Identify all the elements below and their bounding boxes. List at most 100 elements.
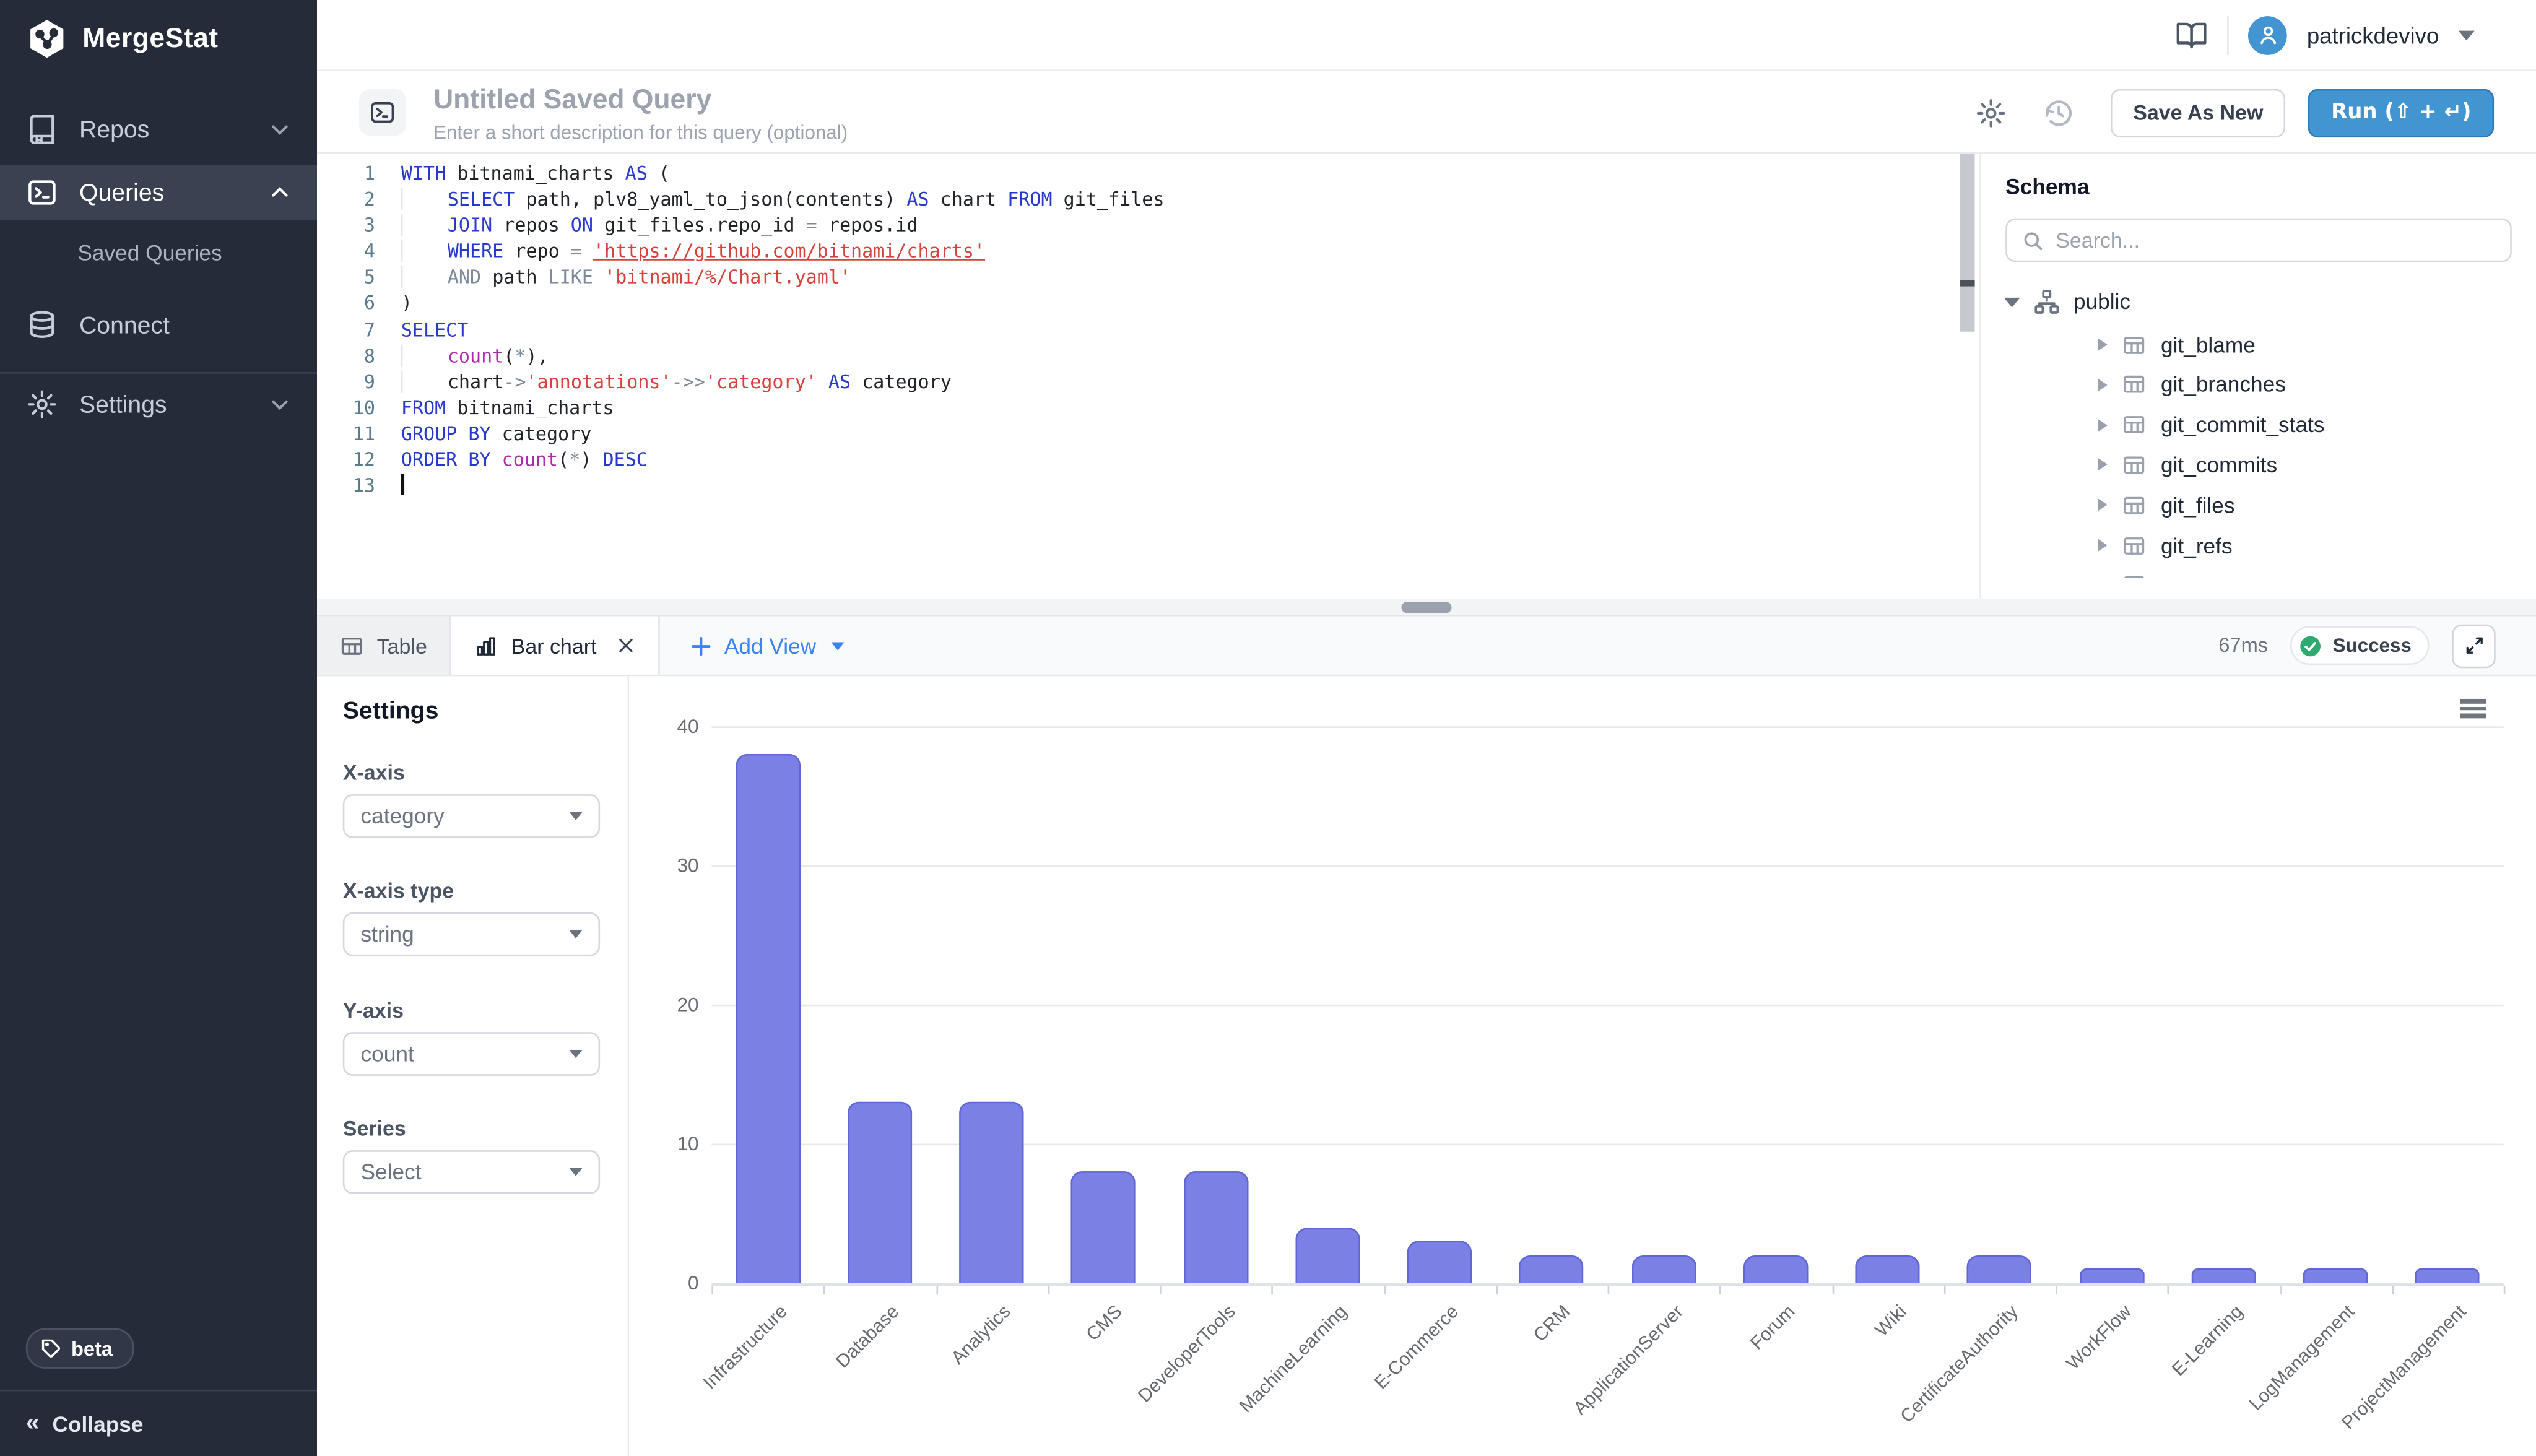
search-icon bbox=[2021, 229, 2044, 252]
close-icon[interactable] bbox=[616, 636, 635, 655]
query-settings-gear-icon[interactable] bbox=[1974, 96, 2007, 128]
run-button[interactable]: Run (⇧ + ↵) bbox=[2308, 88, 2495, 137]
logo-text: MergeStat bbox=[82, 22, 219, 54]
select-y-axis[interactable]: count bbox=[342, 1031, 601, 1076]
schema-table-git_refs[interactable]: git_refs bbox=[2098, 527, 2233, 563]
x-axis-tick bbox=[823, 1286, 825, 1294]
sql-editor[interactable]: 1 WITH bitnami_charts AS (2 SELECT path, … bbox=[317, 154, 1980, 599]
mergestat-logo[interactable]: MergeStat bbox=[26, 18, 219, 60]
bar-ApplicationServer[interactable] bbox=[1631, 1255, 1696, 1283]
editor-line[interactable]: 12 ORDER BY count(*) DESC bbox=[317, 446, 1979, 472]
tab-table[interactable]: Table bbox=[317, 616, 452, 675]
table-icon bbox=[2122, 493, 2146, 517]
schema-table-git_files[interactable]: git_files bbox=[2098, 487, 2235, 522]
bar-LogManagement[interactable] bbox=[2303, 1268, 2368, 1283]
schema-table-partial[interactable] bbox=[2098, 568, 2146, 578]
username[interactable]: patrickdevivo bbox=[2307, 22, 2439, 48]
editor-line[interactable]: 6) bbox=[317, 290, 1979, 316]
query-title-input[interactable]: Untitled Saved Query bbox=[433, 84, 711, 116]
editor-line[interactable]: 8 count(*), bbox=[317, 342, 1979, 368]
sidebar-item-connect[interactable]: Connect bbox=[0, 298, 317, 353]
expand-button[interactable] bbox=[2452, 623, 2496, 667]
sidebar-divider bbox=[0, 372, 317, 374]
select-x-axis[interactable]: category bbox=[342, 794, 601, 838]
bar-Analytics[interactable] bbox=[959, 1102, 1024, 1283]
search-placeholder: Search... bbox=[2056, 228, 2140, 253]
y-axis-tick-label: 30 bbox=[677, 854, 699, 877]
sidebar-item-label: Repos bbox=[79, 115, 150, 144]
bar-Infrastructure[interactable] bbox=[735, 754, 801, 1283]
user-menu-caret-icon[interactable] bbox=[2458, 30, 2475, 40]
schema-search-input[interactable]: Search... bbox=[2005, 218, 2512, 262]
schema-node-label: public bbox=[2073, 289, 2131, 314]
docs-book-icon[interactable] bbox=[2176, 19, 2208, 51]
schema-table-git_commit_stats[interactable]: git_commit_stats bbox=[2098, 407, 2325, 442]
bar-MachineLearning[interactable] bbox=[1295, 1227, 1360, 1283]
schema-table-git_commits[interactable]: git_commits bbox=[2098, 447, 2277, 482]
status-badge: Success bbox=[2290, 626, 2430, 665]
splitter-grip[interactable] bbox=[1401, 602, 1452, 613]
beta-label: beta bbox=[71, 1337, 113, 1360]
bar-chart-icon bbox=[474, 633, 498, 657]
bar-ProjectManagement[interactable] bbox=[2415, 1268, 2480, 1283]
editor-line[interactable]: 7 SELECT bbox=[317, 316, 1979, 342]
schema-table-git_blame[interactable]: git_blame bbox=[2098, 327, 2256, 362]
sidebar-item-repos[interactable]: Repos bbox=[0, 102, 317, 157]
chart-menu-icon[interactable] bbox=[2460, 698, 2486, 722]
editor-line[interactable]: 13 bbox=[317, 472, 1979, 498]
status-label: Success bbox=[2332, 634, 2412, 657]
mergestat-logo-icon bbox=[26, 18, 68, 60]
editor-line[interactable]: 10 FROM bitnami_charts bbox=[317, 394, 1979, 420]
gridline bbox=[711, 726, 2504, 728]
save-as-new-button[interactable]: Save As New bbox=[2110, 88, 2286, 137]
sidebar-item-settings[interactable]: Settings bbox=[0, 377, 317, 432]
editor-line[interactable]: 2 SELECT path, plv8_yaml_to_json(content… bbox=[317, 186, 1979, 212]
add-view-button[interactable]: Add View bbox=[688, 617, 844, 675]
editor-line[interactable]: 9 chart->'annotations'->>'category' AS c… bbox=[317, 368, 1979, 394]
x-axis-tick bbox=[2279, 1286, 2282, 1294]
add-view-label: Add View bbox=[724, 633, 817, 658]
tab-bar-chart[interactable]: Bar chart bbox=[451, 616, 660, 675]
bar-WorkFlow[interactable] bbox=[2079, 1268, 2144, 1283]
schema-panel: Schema Search... public git_blame git_br… bbox=[1979, 154, 2536, 599]
select-series[interactable]: Select bbox=[342, 1150, 601, 1195]
x-axis-tick bbox=[2168, 1286, 2169, 1294]
x-axis-tick bbox=[1159, 1286, 1162, 1294]
editor-line[interactable]: 5 AND path LIKE 'bitnami/%/Chart.yaml' bbox=[317, 264, 1979, 290]
x-axis-tick bbox=[2503, 1286, 2506, 1294]
query-history-icon[interactable] bbox=[2043, 96, 2075, 128]
x-axis-tick bbox=[936, 1286, 937, 1294]
bar-Forum[interactable] bbox=[1743, 1255, 1809, 1283]
bar-CRM[interactable] bbox=[1519, 1255, 1584, 1283]
bar-E-Commerce[interactable] bbox=[1407, 1241, 1472, 1283]
bar-Wiki[interactable] bbox=[1855, 1255, 1921, 1283]
schema-table-git_branches[interactable]: git_branches bbox=[2098, 367, 2286, 402]
select-caret-icon bbox=[569, 1168, 583, 1177]
editor-line[interactable]: 4 WHERE repo = 'https://github.com/bitna… bbox=[317, 238, 1979, 264]
caret-right-icon bbox=[2098, 458, 2108, 472]
line-number: 4 bbox=[363, 240, 376, 263]
bar-CertificateAuthority[interactable] bbox=[1967, 1255, 2032, 1283]
bar-CMS[interactable] bbox=[1071, 1171, 1136, 1283]
line-number: 9 bbox=[363, 370, 376, 393]
query-description-input[interactable]: Enter a short description for this query… bbox=[433, 121, 848, 144]
sidebar-item-queries[interactable]: Queries bbox=[0, 165, 317, 220]
sidebar-item-label: Settings bbox=[79, 391, 167, 418]
editor-line[interactable]: 3 JOIN repos ON git_files.repo_id = repo… bbox=[317, 212, 1979, 238]
sidebar-item-saved-queries[interactable]: Saved Queries bbox=[77, 241, 222, 265]
pane-splitter[interactable] bbox=[317, 598, 2536, 617]
check-circle-icon bbox=[2299, 633, 2323, 657]
avatar[interactable] bbox=[2248, 15, 2288, 54]
bar-Database[interactable] bbox=[847, 1102, 912, 1283]
select-value: string bbox=[360, 922, 414, 947]
select-x-axis-type[interactable]: string bbox=[342, 912, 601, 957]
collapse-button[interactable]: « Collapse bbox=[0, 1389, 317, 1456]
editor-line[interactable]: 11 GROUP BY category bbox=[317, 420, 1979, 446]
bar-DeveloperTools[interactable] bbox=[1183, 1171, 1248, 1283]
schema-node-public[interactable]: public bbox=[2004, 288, 2130, 315]
x-axis-tick bbox=[1943, 1286, 1945, 1294]
select-caret-icon bbox=[569, 930, 583, 939]
bar-E-Learning[interactable] bbox=[2191, 1268, 2256, 1283]
editor-line[interactable]: 1 WITH bitnami_charts AS ( bbox=[317, 160, 1979, 186]
editor-scrollbar[interactable] bbox=[1960, 154, 1975, 332]
